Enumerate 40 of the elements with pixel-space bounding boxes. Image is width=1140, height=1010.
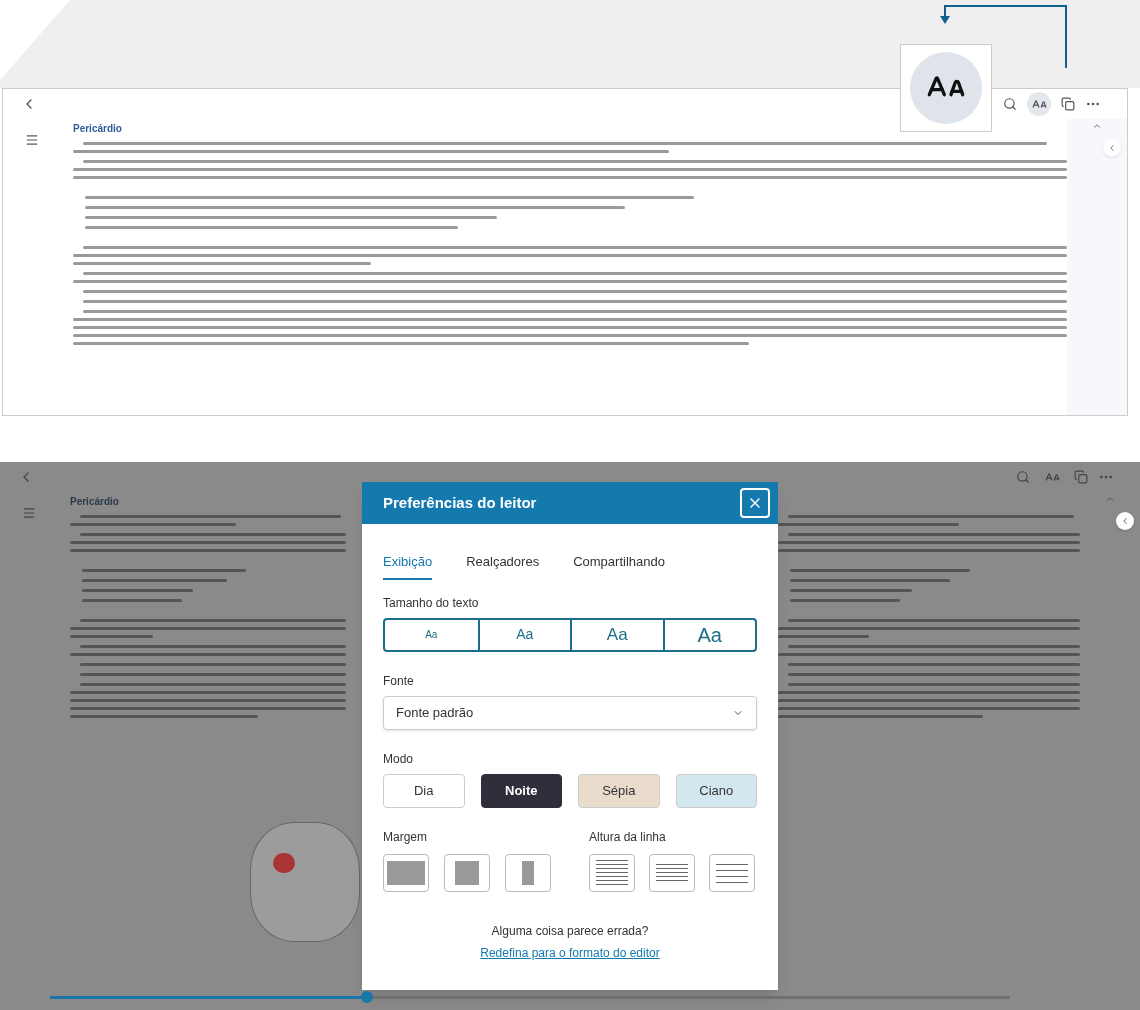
section-label: Tamanho do texto bbox=[383, 594, 480, 612]
reset-link[interactable]: Redefina para o formato do editor bbox=[480, 943, 660, 962]
mode-option[interactable]: Sépia bbox=[578, 773, 660, 808]
text-size-option[interactable]: Aa bbox=[385, 619, 478, 650]
search-icon[interactable] bbox=[1016, 470, 1030, 484]
line-height-option[interactable] bbox=[709, 853, 755, 892]
tab[interactable]: Exibição bbox=[383, 552, 433, 580]
margin-option[interactable] bbox=[444, 853, 490, 892]
chevron-left-icon bbox=[1120, 516, 1130, 526]
search-icon[interactable] bbox=[1003, 97, 1017, 111]
section-label: Fonte bbox=[383, 672, 415, 690]
line-height-option[interactable] bbox=[649, 853, 695, 892]
line-height-option[interactable] bbox=[589, 853, 635, 892]
notes-icon[interactable] bbox=[1061, 97, 1075, 111]
dialog-title: Preferências do leitor bbox=[383, 492, 537, 513]
mode-option[interactable]: Ciano bbox=[675, 773, 757, 808]
scroll-up-icon[interactable] bbox=[1092, 121, 1102, 131]
help-text: Alguma coisa parece errada? bbox=[491, 922, 649, 940]
font-dropdown[interactable]: Fonte padrão bbox=[383, 695, 757, 730]
section-heading: Pericárdio bbox=[70, 495, 119, 509]
chevron-left-icon bbox=[1107, 143, 1117, 153]
tab[interactable]: Realçadores bbox=[466, 552, 540, 580]
font-size-icon[interactable] bbox=[1027, 92, 1051, 116]
section-label: Modo bbox=[383, 750, 415, 768]
collapse-button[interactable] bbox=[1116, 512, 1134, 530]
margin-option[interactable] bbox=[383, 853, 429, 892]
close-button[interactable] bbox=[740, 488, 770, 518]
menu-icon[interactable] bbox=[25, 133, 39, 147]
margin-option[interactable] bbox=[505, 853, 551, 892]
text-size-option[interactable]: Aa bbox=[570, 619, 663, 650]
mode-option[interactable]: Dia bbox=[383, 773, 465, 808]
section-heading: Pericárdio bbox=[73, 122, 122, 136]
tab[interactable]: Compartilhando bbox=[573, 552, 665, 580]
text-size-option[interactable]: Aa bbox=[477, 619, 570, 650]
section-label: Margem bbox=[383, 828, 428, 846]
text-size-option[interactable]: Aa bbox=[662, 619, 755, 650]
section-label: Altura da linha bbox=[589, 828, 667, 846]
menu-icon[interactable] bbox=[22, 506, 36, 520]
mode-option[interactable]: Noite bbox=[480, 773, 562, 808]
scroll-up-icon[interactable] bbox=[1105, 494, 1115, 504]
